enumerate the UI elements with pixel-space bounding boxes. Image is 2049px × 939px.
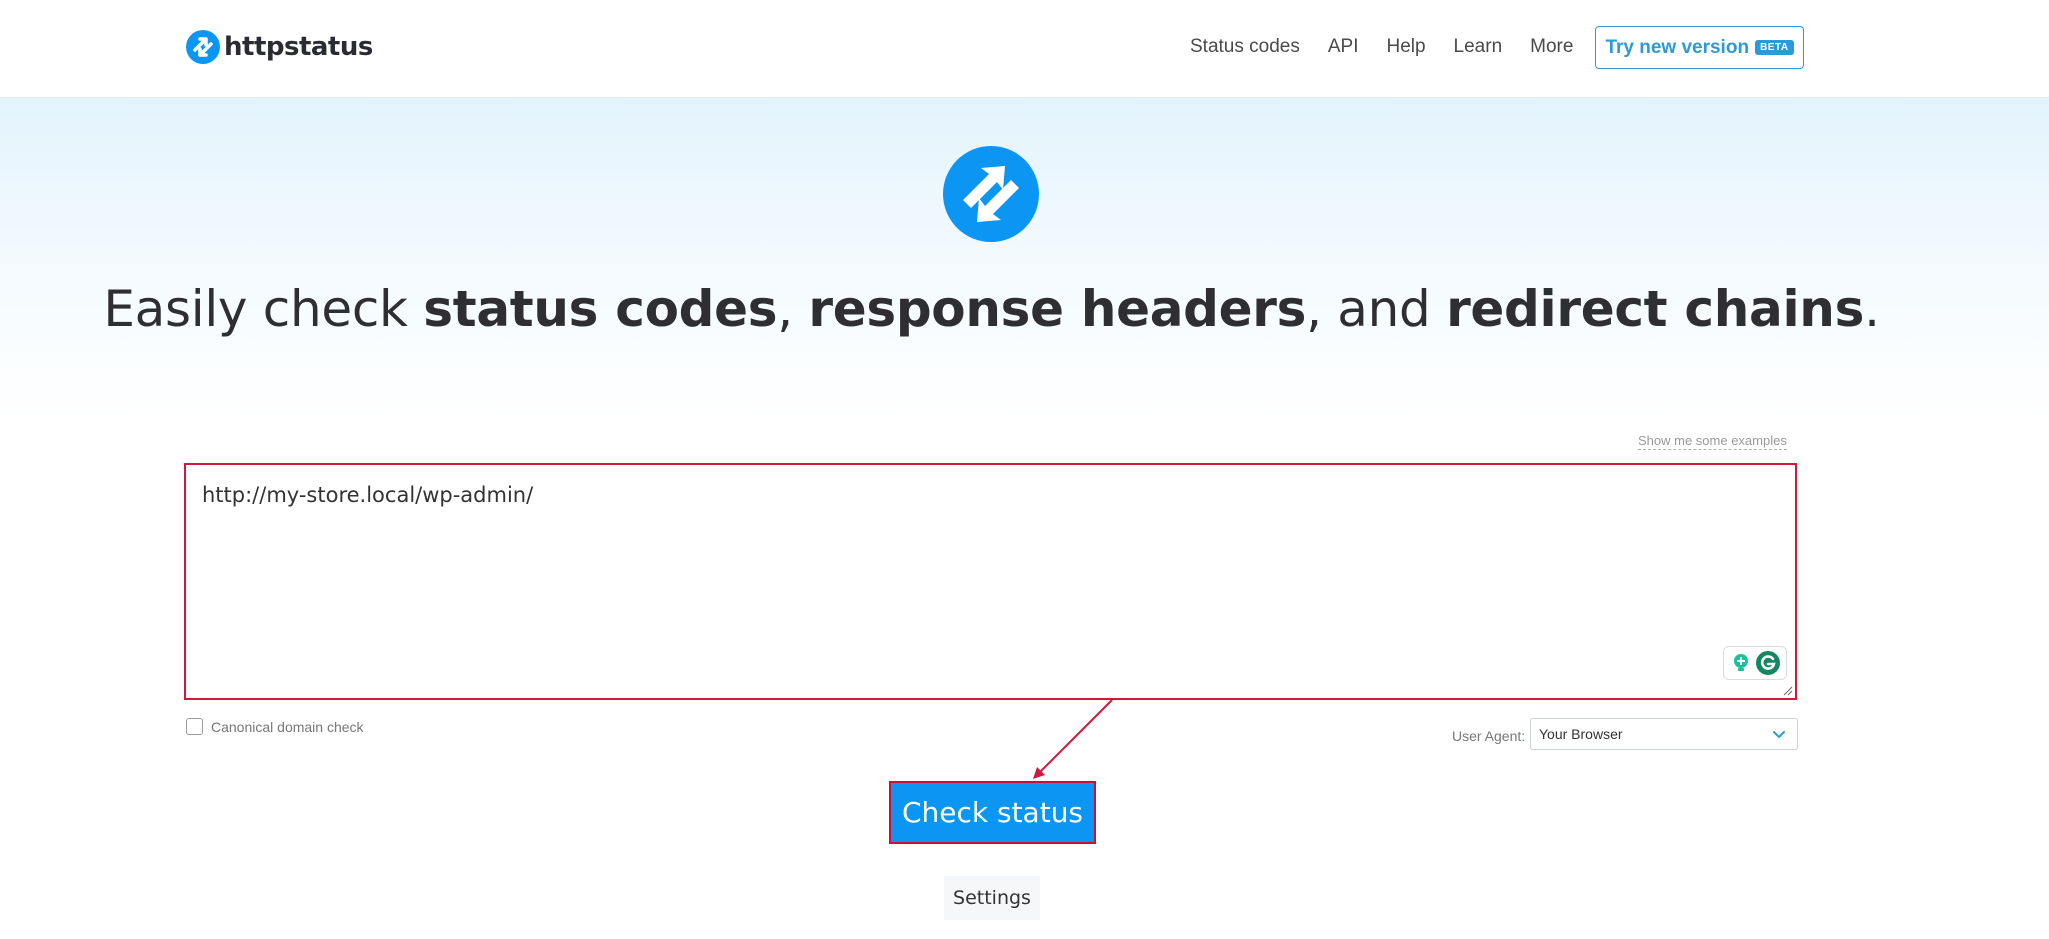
hero-section: Easily check status codes, response head… <box>0 98 2049 418</box>
nav-learn[interactable]: Learn <box>1454 36 1503 58</box>
chevron-down-icon <box>1773 731 1785 739</box>
logo[interactable]: httpstatus <box>186 30 373 64</box>
try-new-version-button[interactable]: Try new version BETA <box>1595 26 1804 69</box>
nav-status-codes[interactable]: Status codes <box>1190 36 1300 58</box>
settings-button[interactable]: Settings <box>944 876 1040 920</box>
headline-bold-response-headers: response headers <box>808 280 1307 338</box>
url-value: http://my-store.local/wp-admin/ <box>202 483 534 507</box>
site-header: httpstatus Status codes API Help Learn M… <box>0 0 2049 98</box>
headline-bold-status-codes: status codes <box>423 280 778 338</box>
headline-text: Easily check <box>103 280 424 338</box>
show-examples-link[interactable]: Show me some examples <box>1638 433 1787 450</box>
logo-icon <box>186 30 220 64</box>
main-nav: Status codes API Help Learn More <box>1190 36 1601 58</box>
beta-badge: BETA <box>1755 40 1794 55</box>
headline-text: . <box>1864 280 1880 338</box>
nav-api[interactable]: API <box>1328 36 1359 58</box>
try-new-version-label: Try new version <box>1605 36 1750 58</box>
headline-bold-redirect-chains: redirect chains <box>1446 280 1865 338</box>
canonical-checkbox[interactable] <box>186 718 203 735</box>
user-agent-select[interactable]: Your Browser <box>1530 718 1798 750</box>
headline-text: , <box>777 280 809 338</box>
lightbulb-icon[interactable] <box>1730 652 1752 674</box>
user-agent-value: Your Browser <box>1539 726 1623 742</box>
nav-more[interactable]: More <box>1530 36 1573 58</box>
resize-handle-icon[interactable] <box>1783 686 1793 696</box>
nav-help[interactable]: Help <box>1386 36 1425 58</box>
canonical-label: Canonical domain check <box>211 718 364 735</box>
url-textarea[interactable]: http://my-store.local/wp-admin/ <box>184 463 1797 700</box>
canonical-domain-check[interactable]: Canonical domain check <box>186 718 364 735</box>
page-headline: Easily check status codes, response head… <box>0 280 1983 338</box>
headline-text: , and <box>1306 280 1447 338</box>
grammarly-icon[interactable] <box>1755 650 1781 676</box>
check-status-button[interactable]: Check status <box>889 781 1096 844</box>
user-agent-label: User Agent: <box>1452 728 1526 744</box>
grammarly-widget[interactable] <box>1723 646 1787 680</box>
logo-text: httpstatus <box>224 32 373 62</box>
redirect-arrows-icon <box>943 146 1039 242</box>
